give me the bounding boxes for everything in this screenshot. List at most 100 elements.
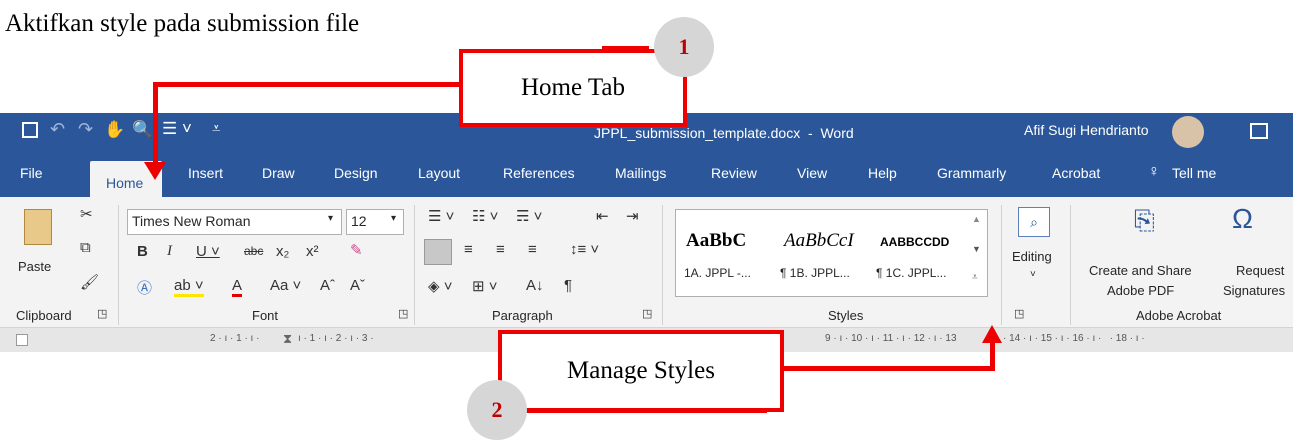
paragraph-launcher-icon[interactable]: ◳ xyxy=(642,307,652,320)
superscript-icon[interactable]: x² xyxy=(306,243,319,260)
style-name[interactable]: ¶ 1B. JPPL... xyxy=(780,266,850,280)
chevron-down-icon[interactable]: ▾ xyxy=(391,213,396,224)
callout-number-1-text: 1 xyxy=(678,34,690,59)
print-preview-icon[interactable]: 🔍 xyxy=(132,120,153,140)
font-launcher-icon[interactable]: ◳ xyxy=(398,307,408,320)
chevron-down-icon[interactable]: ▾ xyxy=(328,213,333,224)
tab-home-label: Home xyxy=(106,175,144,191)
font-color-icon[interactable]: A xyxy=(232,277,243,297)
bold-icon[interactable]: B xyxy=(137,243,148,260)
request-signatures-label-2[interactable]: Signatures xyxy=(1223,283,1285,298)
shrink-font-icon[interactable]: Aˇ xyxy=(350,277,365,294)
font-size-box[interactable]: 12 ▾ xyxy=(346,209,404,235)
style-preview[interactable]: AaBbC xyxy=(686,230,746,252)
text-effects-icon[interactable]: Ⓐ xyxy=(137,277,152,298)
tab-review[interactable]: Review xyxy=(711,165,757,181)
style-name[interactable]: ¶ 1C. JPPL... xyxy=(876,266,946,280)
touch-mode-icon[interactable]: ✋ xyxy=(104,120,125,140)
styles-gallery[interactable]: AaBbC AaBbCcI AABBCCDD 1A. JPPL -... ¶ 1… xyxy=(675,209,988,297)
tab-file[interactable]: File xyxy=(20,165,43,181)
create-pdf-label-2[interactable]: Adobe PDF xyxy=(1107,283,1174,298)
align-center-icon[interactable]: ≡ xyxy=(464,241,473,258)
align-right-icon[interactable]: ≡ xyxy=(496,241,505,258)
tab-grammarly[interactable]: Grammarly xyxy=(937,165,1006,181)
tab-stop-selector[interactable] xyxy=(16,334,28,346)
pilcrow-icon[interactable]: ¶ xyxy=(564,277,572,294)
paste-icon[interactable] xyxy=(24,209,52,245)
font-name-box[interactable]: Times New Roman ▾ xyxy=(127,209,342,235)
shading-icon[interactable]: ◈ ˅ xyxy=(428,277,452,295)
tab-acrobat[interactable]: Acrobat xyxy=(1052,165,1100,181)
clipboard-launcher-icon[interactable]: ◳ xyxy=(97,307,107,320)
grow-font-icon[interactable]: Aˆ xyxy=(320,277,335,294)
account-avatar[interactable] xyxy=(1172,116,1204,148)
tab-draw[interactable]: Draw xyxy=(262,165,295,181)
gallery-scroll-down-icon[interactable]: ▼ xyxy=(972,244,981,254)
signature-icon[interactable]: Ω xyxy=(1232,203,1253,235)
arrow-head-icon xyxy=(982,325,1002,343)
separator xyxy=(1001,205,1002,325)
group-styles-label: Styles xyxy=(828,308,864,323)
tab-view[interactable]: View xyxy=(797,165,827,181)
chevron-down-icon[interactable]: ˅ xyxy=(1030,269,1036,280)
decrease-indent-icon[interactable]: ⇤ xyxy=(596,207,609,225)
tell-me-search[interactable]: Tell me xyxy=(1172,165,1216,181)
strikethrough-icon[interactable]: abc xyxy=(244,244,263,258)
cut-icon[interactable]: ✂ xyxy=(80,205,93,223)
justify-icon[interactable]: ≡ xyxy=(528,241,537,258)
redo-icon[interactable]: ↷ xyxy=(78,119,93,140)
gallery-more-icon[interactable]: ⩡ xyxy=(972,272,978,283)
clear-format-icon[interactable]: ✎ xyxy=(350,241,363,259)
change-case-icon[interactable]: Aa ˅ xyxy=(270,277,301,294)
underline-icon[interactable]: U ˅ xyxy=(196,243,220,260)
style-preview[interactable]: AaBbCcI xyxy=(784,230,854,252)
pdf-icon[interactable]: ⎘ xyxy=(1134,205,1155,237)
editing-button[interactable]: Editing xyxy=(1012,249,1052,264)
indent-marker[interactable]: ⧗ xyxy=(283,331,292,347)
undo-icon[interactable]: ↶ xyxy=(50,119,65,140)
subscript-icon[interactable]: x₂ xyxy=(276,243,289,260)
multilevel-list-icon[interactable]: ☴ ˅ xyxy=(516,207,542,225)
tab-references[interactable]: References xyxy=(503,165,575,181)
ribbon-tab-bar: File Insert Draw Design Layout Reference… xyxy=(0,153,1293,197)
paste-button[interactable]: Paste xyxy=(18,259,51,274)
separator xyxy=(118,205,119,325)
ribbon-display-icon[interactable] xyxy=(1250,123,1268,139)
callout-manage-styles: Manage Styles xyxy=(498,330,784,412)
borders-icon[interactable]: ⊞ ˅ xyxy=(472,277,498,295)
search-icon[interactable]: ⌕ xyxy=(1018,207,1050,237)
bullets-icon[interactable]: ☰ ˅ xyxy=(428,207,454,225)
callout-number-2: 2 xyxy=(467,380,527,440)
create-pdf-label-1[interactable]: Create and Share xyxy=(1089,263,1192,278)
copy-icon[interactable]: ⧉ xyxy=(80,239,91,256)
format-painter-icon[interactable]: 🖌 xyxy=(80,273,99,291)
align-left-icon[interactable] xyxy=(424,239,452,265)
tab-layout[interactable]: Layout xyxy=(418,165,460,181)
increase-indent-icon[interactable]: ⇥ xyxy=(626,207,639,225)
style-preview[interactable]: AABBCCDD xyxy=(880,235,949,249)
separator xyxy=(1070,205,1071,325)
gallery-scroll-up-icon[interactable]: ▲ xyxy=(972,214,981,224)
tell-me-bulb-icon[interactable]: ♀ xyxy=(1148,163,1160,181)
arrow-head-icon xyxy=(144,162,166,180)
user-name[interactable]: Afif Sugi Hendrianto xyxy=(1024,122,1149,138)
callout-number-2-text: 2 xyxy=(491,397,503,422)
save-icon[interactable] xyxy=(22,122,38,138)
customize-qat-icon[interactable]: ⩡ xyxy=(212,120,220,137)
style-name[interactable]: 1A. JPPL -... xyxy=(684,266,751,280)
manage-styles-launcher-icon[interactable]: ◳ xyxy=(1014,307,1024,320)
request-signatures-label-1[interactable]: Request xyxy=(1236,263,1284,278)
separator xyxy=(414,205,415,325)
numbering-icon[interactable]: ☷ ˅ xyxy=(472,207,498,225)
document-title: JPPL_submission_template.docx - Word xyxy=(594,125,854,141)
ruler-scale: 9 · ı · 10 · ı · 11 · ı · 12 · ı · 13 xyxy=(825,333,957,344)
highlight-icon[interactable]: ab ˅ xyxy=(174,277,204,297)
tab-help[interactable]: Help xyxy=(868,165,897,181)
line-spacing-icon[interactable]: ↕≡ ˅ xyxy=(570,241,599,258)
tab-design[interactable]: Design xyxy=(334,165,378,181)
tab-insert[interactable]: Insert xyxy=(188,165,223,181)
sort-icon[interactable]: A↓ xyxy=(526,277,544,294)
italic-icon[interactable]: I xyxy=(167,243,172,260)
tab-mailings[interactable]: Mailings xyxy=(615,165,666,181)
list-icon[interactable]: ☰ ˅ xyxy=(162,119,192,139)
